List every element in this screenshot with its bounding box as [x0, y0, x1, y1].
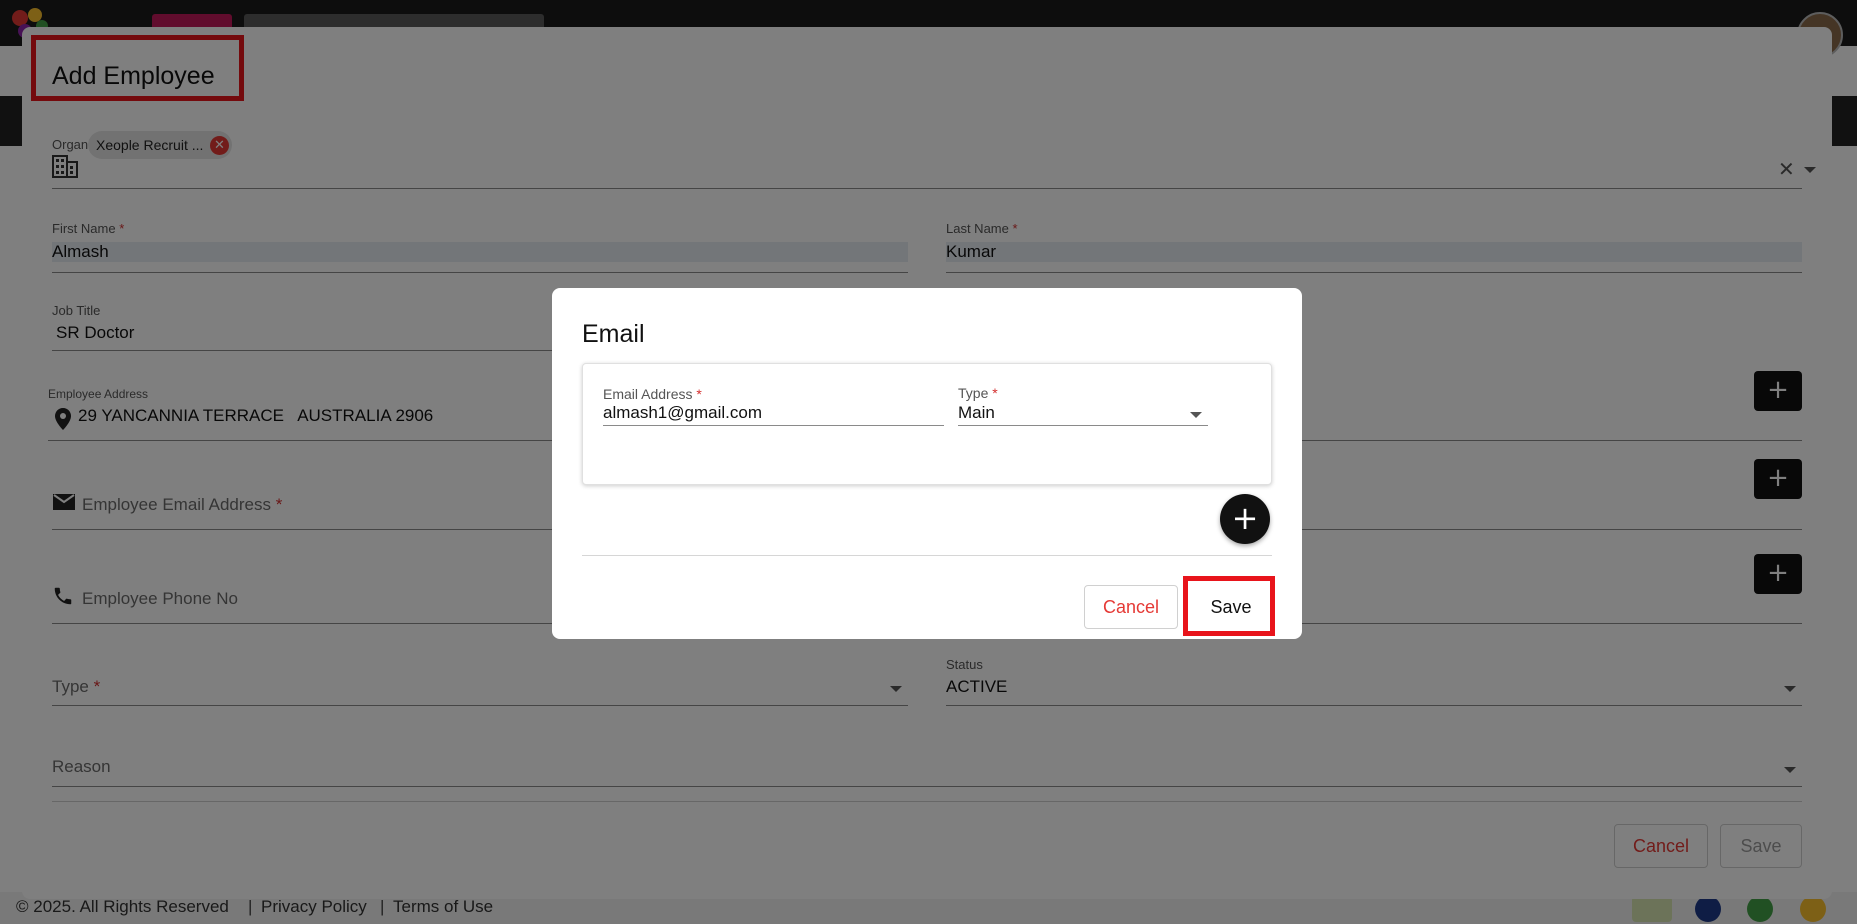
chevron-down-icon[interactable] — [1190, 412, 1202, 418]
email-address-label: Email Address — [603, 386, 693, 402]
email-entry-card: Email Address * almash1@gmail.com Type *… — [582, 363, 1272, 485]
email-type-value: Main — [958, 403, 995, 422]
add-email-row-button[interactable]: + — [1220, 494, 1270, 544]
email-dialog: Email Email Address * almash1@gmail.com … — [552, 288, 1302, 639]
email-type-label: Type — [958, 385, 989, 401]
required-mark: * — [696, 386, 702, 402]
email-dialog-divider — [582, 555, 1272, 556]
email-cancel-button[interactable]: Cancel — [1084, 585, 1178, 629]
email-address-input[interactable]: almash1@gmail.com — [603, 403, 762, 423]
email-address-field[interactable]: Email Address * almash1@gmail.com — [603, 382, 944, 426]
email-dialog-title: Email — [582, 320, 645, 348]
email-type-select[interactable]: Type * Main — [958, 382, 1208, 426]
save-highlight-box — [1183, 576, 1275, 636]
required-mark: * — [992, 385, 998, 401]
